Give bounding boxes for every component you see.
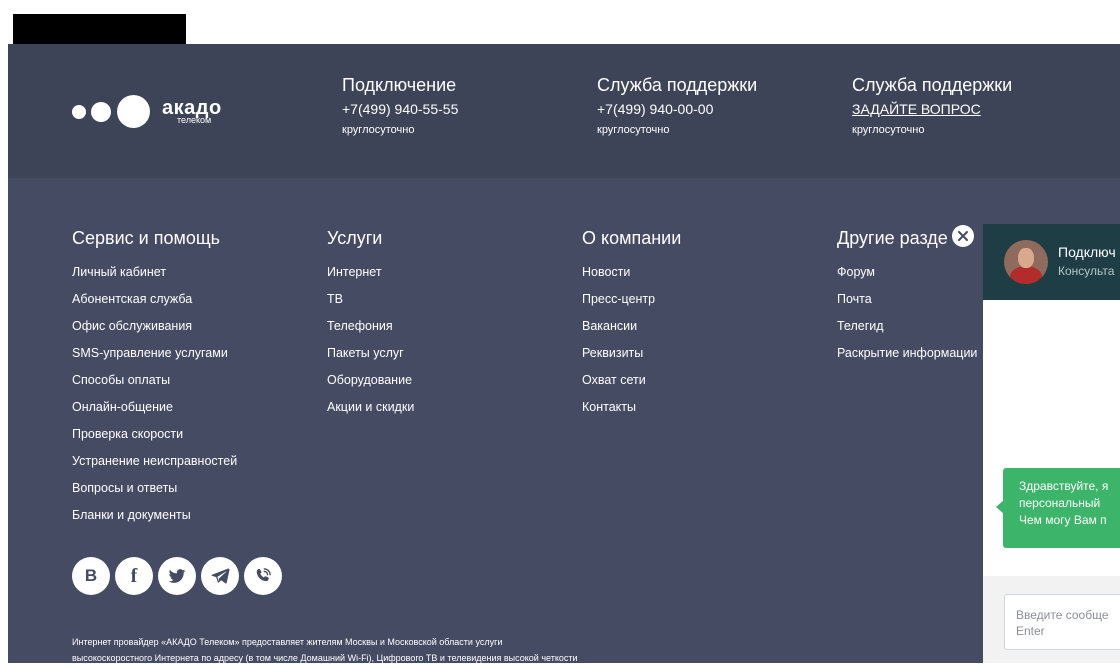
footer-column-services: Услуги Интернет ТВ Телефония Пакеты услу… (327, 227, 414, 421)
footer-link[interactable]: Абонентская служба (72, 286, 237, 313)
footer-link[interactable]: Офис обслуживания (72, 313, 237, 340)
footer-link[interactable]: Пакеты услуг (327, 340, 414, 367)
vk-icon[interactable]: B (72, 557, 110, 595)
footer-link[interactable]: Телегид (837, 313, 977, 340)
viber-icon[interactable] (244, 557, 282, 595)
contact-note: круглосуточно (852, 124, 925, 136)
input-placeholder-line: Введите сообще (1016, 608, 1109, 622)
telegram-icon[interactable] (201, 557, 239, 595)
logo-dot-medium (91, 102, 111, 122)
facebook-glyph: f (130, 564, 138, 587)
viber-phone-shape (256, 568, 271, 582)
footer-link[interactable]: Акции и скидки (327, 394, 414, 421)
redacted-bar (13, 14, 186, 44)
footer-link[interactable]: Личный кабинет (72, 259, 237, 286)
footer-link[interactable]: Реквизиты (582, 340, 681, 367)
facebook-icon[interactable]: f (115, 557, 153, 595)
close-icon (958, 231, 968, 241)
contact-note: круглосуточно (342, 124, 415, 136)
footer-link[interactable]: Вопросы и ответы (72, 475, 237, 502)
footer-link[interactable]: Устранение неисправностей (72, 448, 237, 475)
footer-link[interactable]: ТВ (327, 286, 414, 313)
column-heading: О компании (582, 228, 682, 248)
input-placeholder-line: Enter (1016, 624, 1045, 638)
footer-link[interactable]: Новости (582, 259, 681, 286)
footer-link[interactable]: Интернет (327, 259, 414, 286)
footer-column-other: Другие разде Форум Почта Телегид Раскрыт… (837, 227, 977, 367)
chat-agent-role: Консульта (1058, 264, 1115, 278)
contact-note: круглосуточно (597, 124, 670, 136)
contact-connection: Подключение +7(499) 940-55-55 круглосуто… (342, 74, 458, 136)
logo-sub-text: телеком (177, 115, 212, 125)
ask-question-link[interactable]: ЗАДАЙТЕ ВОПРОС (852, 100, 1012, 118)
chat-widget: Подключ Консульта Здравствуйте, я персон… (983, 224, 1120, 663)
chat-message-input[interactable]: Введите сообще Enter (1004, 594, 1120, 650)
contact-title: Служба поддержки (852, 75, 1013, 95)
footer-link[interactable]: Телефония (327, 313, 414, 340)
contact-support-ask: Служба поддержки ЗАДАЙТЕ ВОПРОС круглосу… (852, 74, 1012, 136)
chat-agent-name: Подключ (1058, 244, 1116, 260)
greeting-line: персональный (1019, 496, 1101, 510)
footer-link[interactable]: Проверка скорости (72, 421, 237, 448)
footer-column-service: Сервис и помощь Личный кабинет Абонентск… (72, 227, 237, 529)
avatar (1004, 240, 1048, 284)
twitter-bird-shape (168, 569, 186, 583)
footer-link[interactable]: Вакансии (582, 313, 681, 340)
chat-close-button[interactable] (952, 225, 974, 247)
footer-link[interactable]: Оборудование (327, 367, 414, 394)
footer-link[interactable]: Бланки и документы (72, 502, 237, 529)
telegram-plane-shape (211, 568, 230, 584)
twitter-icon[interactable] (158, 557, 196, 595)
column-heading: Услуги (327, 228, 383, 248)
footer-link[interactable]: Охват сети (582, 367, 681, 394)
avatar-face (1018, 248, 1034, 268)
social-links: B f (72, 557, 282, 595)
greeting-line: Чем могу Вам п (1019, 513, 1107, 527)
contact-phone[interactable]: +7(499) 940-00-00 (597, 100, 757, 118)
contact-title: Подключение (342, 75, 457, 95)
logo-dot-small (72, 105, 86, 119)
footer-link[interactable]: Форум (837, 259, 977, 286)
legal-text: Интернет провайдер «АКАДО Телеком» предо… (72, 634, 578, 666)
chat-greeting-bubble: Здравствуйте, я персональный Чем могу Ва… (996, 468, 1120, 548)
avatar-shirt (1010, 266, 1042, 284)
footer-link[interactable]: Способы оплаты (72, 367, 237, 394)
greeting-line: Здравствуйте, я (1019, 479, 1109, 493)
footer-link[interactable]: Пресс-центр (582, 286, 681, 313)
akado-logo[interactable]: акадо телеком (72, 95, 232, 128)
column-heading: Сервис и помощь (72, 228, 221, 248)
footer-link[interactable]: Онлайн-общение (72, 394, 237, 421)
chat-header: Подключ Консульта (983, 224, 1120, 300)
footer-link[interactable]: Почта (837, 286, 977, 313)
legal-line: высокоскоростного Интернета по адресу (в… (72, 653, 578, 663)
contact-support-phone: Служба поддержки +7(499) 940-00-00 кругл… (597, 74, 757, 136)
footer-link[interactable]: SMS-управление услугами (72, 340, 237, 367)
logo-dot-large (117, 95, 150, 128)
chat-input-area: Введите сообще Enter (983, 576, 1120, 663)
footer-link[interactable]: Контакты (582, 394, 681, 421)
legal-line: Интернет провайдер «АКАДО Телеком» предо… (72, 637, 503, 647)
footer-link[interactable]: Раскрытие информации (837, 340, 977, 367)
vk-glyph: B (84, 566, 98, 585)
contact-phone[interactable]: +7(499) 940-55-55 (342, 100, 458, 118)
footer-column-company: О компании Новости Пресс-центр Вакансии … (582, 227, 681, 421)
contact-title: Служба поддержки (597, 75, 758, 95)
